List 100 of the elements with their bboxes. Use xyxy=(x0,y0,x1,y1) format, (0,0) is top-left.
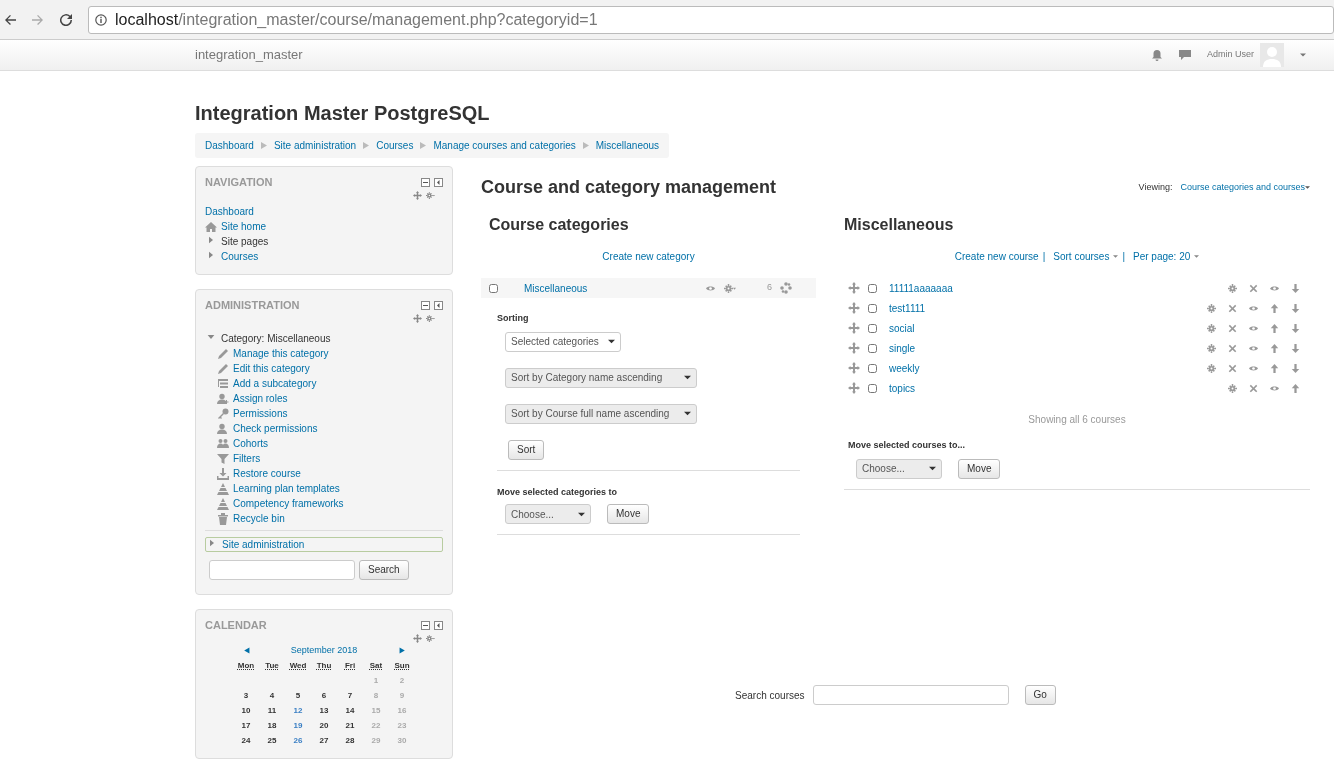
sort-dropdown[interactable]: Sort by Course full name ascending xyxy=(505,403,697,424)
sort-button[interactable]: Sort xyxy=(508,439,545,460)
course-checkbox[interactable] xyxy=(868,383,877,393)
sort-dropdown[interactable]: Sort by Category name ascending xyxy=(505,367,697,388)
move-icon[interactable] xyxy=(413,191,422,200)
address-bar[interactable]: localhost/integration_master/course/management.php?categoryid=1 xyxy=(88,5,1334,34)
move-button[interactable]: Move xyxy=(607,504,650,524)
course-link[interactable]: test1111 xyxy=(889,300,926,316)
settings-icon[interactable] xyxy=(426,191,435,200)
up-arrow-icon[interactable] xyxy=(1270,343,1279,353)
category-dropdown[interactable]: Choose... xyxy=(505,504,591,524)
dock-icon[interactable] xyxy=(434,178,443,187)
minimize-icon[interactable] xyxy=(421,301,430,310)
down-arrow-icon[interactable] xyxy=(1291,283,1300,293)
breadcrumb-link[interactable]: Site administration xyxy=(273,138,357,153)
breadcrumb-link[interactable]: Courses xyxy=(376,138,414,153)
course-link[interactable]: 11111aaaaaaa xyxy=(889,280,953,296)
dock-icon[interactable] xyxy=(434,301,443,310)
admin-link[interactable]: Filters xyxy=(233,451,261,466)
dropdown-link[interactable]: Per page: 20 xyxy=(1133,249,1200,264)
admin-link[interactable]: Add a subcategory xyxy=(233,376,317,391)
admin-link[interactable]: Permissions xyxy=(233,406,288,421)
down-arrow-icon[interactable] xyxy=(1291,343,1300,353)
search-button[interactable]: Search xyxy=(359,560,409,580)
category-dropdown[interactable]: Choose... xyxy=(856,458,942,479)
settings-icon[interactable] xyxy=(426,634,435,643)
admin-link[interactable]: Recycle bin xyxy=(233,511,285,526)
collapsed-icon[interactable] xyxy=(207,235,215,244)
move-icon[interactable] xyxy=(413,314,422,323)
calendar-day: 5 xyxy=(295,690,301,700)
breadcrumb-link[interactable]: Dashboard xyxy=(205,138,254,153)
dock-icon[interactable] xyxy=(434,621,443,630)
nav-link[interactable]: Site home xyxy=(221,219,267,234)
category-link[interactable]: Miscellaneous xyxy=(524,280,588,296)
create-category-link[interactable]: Create new category xyxy=(602,251,695,262)
user-name[interactable]: Admin User xyxy=(1207,48,1254,62)
course-checkbox[interactable] xyxy=(868,323,877,333)
collapsed-icon[interactable] xyxy=(208,538,216,547)
course-checkbox[interactable] xyxy=(868,303,877,313)
admin-link[interactable]: Check permissions xyxy=(233,421,318,436)
forward-icon[interactable] xyxy=(32,13,44,26)
previous-icon[interactable] xyxy=(242,646,250,654)
course-link[interactable]: social xyxy=(889,320,915,336)
settings-icon xyxy=(1228,383,1237,393)
course-checkbox[interactable] xyxy=(868,363,877,373)
admin-link[interactable]: Cohorts xyxy=(233,436,268,451)
admin-link[interactable]: Competency frameworks xyxy=(233,496,344,511)
month-link[interactable]: September 2018 xyxy=(290,644,358,655)
calendar-day[interactable]: 26 xyxy=(293,735,303,745)
course-checkbox[interactable] xyxy=(868,343,877,353)
chat-icon xyxy=(1179,49,1191,61)
course-link[interactable]: weekly xyxy=(889,360,920,376)
nav-link[interactable]: Dashboard xyxy=(205,204,254,219)
course-link[interactable]: single xyxy=(889,340,916,356)
up-arrow-icon[interactable] xyxy=(1291,383,1300,393)
download-icon xyxy=(217,467,229,480)
go-button[interactable]: Go xyxy=(1024,685,1056,705)
up-arrow-icon[interactable] xyxy=(1270,363,1279,373)
minimize-icon[interactable] xyxy=(421,621,430,630)
up-arrow-icon[interactable] xyxy=(1270,303,1279,313)
breadcrumb-link[interactable]: Manage courses and categories xyxy=(433,138,576,153)
calendar-day: 8 xyxy=(373,690,379,700)
caret-icon[interactable] xyxy=(1300,53,1306,57)
calendar-day[interactable]: 12 xyxy=(293,705,303,715)
admin-link[interactable]: Manage this category xyxy=(233,346,329,361)
course-search-field[interactable] xyxy=(812,685,1009,705)
search-field[interactable] xyxy=(209,560,355,580)
down-arrow-icon[interactable] xyxy=(1291,323,1300,333)
course-link[interactable]: topics xyxy=(889,380,916,396)
nav-item[interactable]: Site pages xyxy=(221,234,269,249)
nav-item[interactable]: Courses xyxy=(221,249,259,264)
breadcrumb-link[interactable]: Miscellaneous xyxy=(595,138,660,153)
bell-icon xyxy=(1151,49,1163,61)
category-checkbox[interactable] xyxy=(489,283,498,293)
admin-link[interactable]: Edit this category xyxy=(233,361,310,376)
expanded-icon[interactable] xyxy=(207,332,215,341)
tree-item[interactable]: Category: Miscellaneous xyxy=(221,331,331,346)
up-arrow-icon[interactable] xyxy=(1270,323,1279,333)
next-icon[interactable] xyxy=(398,646,406,654)
calendar-day[interactable]: 19 xyxy=(293,720,303,730)
admin-link[interactable]: Restore course xyxy=(233,466,301,481)
create-course-link[interactable]: Create new course xyxy=(954,249,1039,264)
dropdown-link[interactable]: Sort courses xyxy=(1053,249,1119,264)
settings-icon[interactable] xyxy=(723,283,737,293)
collapsed-icon[interactable] xyxy=(207,250,215,259)
site-name-link[interactable]: integration_master xyxy=(195,45,303,65)
sort-dropdown[interactable]: Selected categories xyxy=(505,331,621,352)
down-arrow-icon[interactable] xyxy=(1291,363,1300,373)
block-title: NAVIGATION xyxy=(205,175,273,190)
calendar-day: 22 xyxy=(371,720,381,730)
admin-link[interactable]: Learning plan templates xyxy=(233,481,340,496)
admin-link[interactable]: Assign roles xyxy=(233,391,288,406)
move-icon xyxy=(848,342,860,354)
course-checkbox[interactable] xyxy=(868,283,877,293)
viewing-menu[interactable]: Course categories and courses xyxy=(1180,180,1310,195)
settings-icon[interactable] xyxy=(426,314,435,323)
down-arrow-icon[interactable] xyxy=(1291,303,1300,313)
move-icon[interactable] xyxy=(413,634,422,643)
minimize-icon[interactable] xyxy=(421,178,430,187)
move-button[interactable]: Move xyxy=(958,458,1001,479)
